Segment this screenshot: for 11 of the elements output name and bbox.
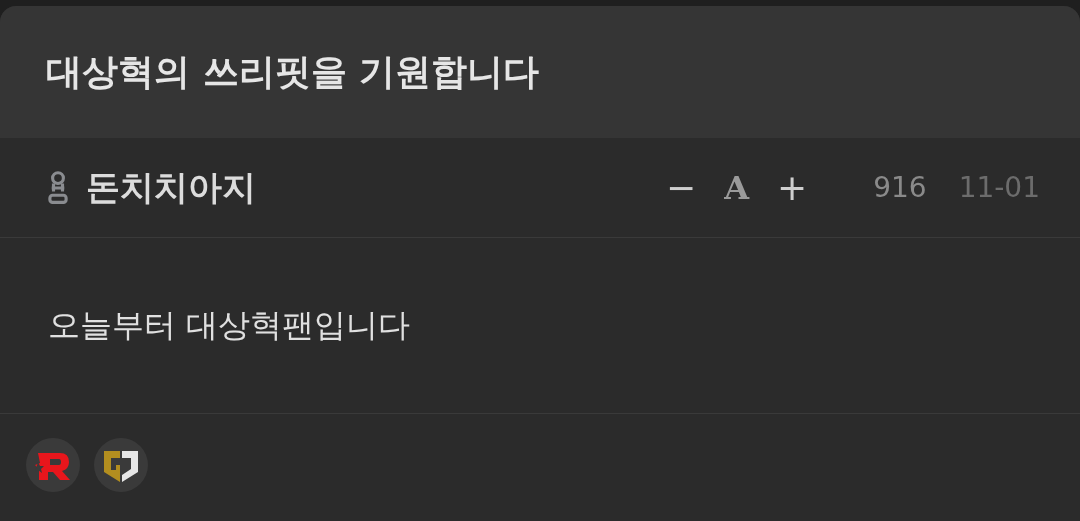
team-logo-icon (94, 438, 148, 492)
team-logo-icon (26, 438, 80, 492)
author-name[interactable]: 돈치치아지 (86, 164, 256, 211)
post-body: 오늘부터 대상혁팬입니다 (48, 304, 411, 346)
pawn-icon (46, 169, 70, 206)
view-count: 916 (873, 171, 927, 204)
post-date: 11-01 (958, 171, 1040, 204)
decrease-font-button[interactable]: − (666, 167, 697, 208)
increase-font-button[interactable]: + (777, 167, 808, 208)
font-size-button[interactable]: A (724, 168, 749, 207)
post-title: 대상혁의 쓰리핏을 기원합니다 (46, 49, 540, 94)
